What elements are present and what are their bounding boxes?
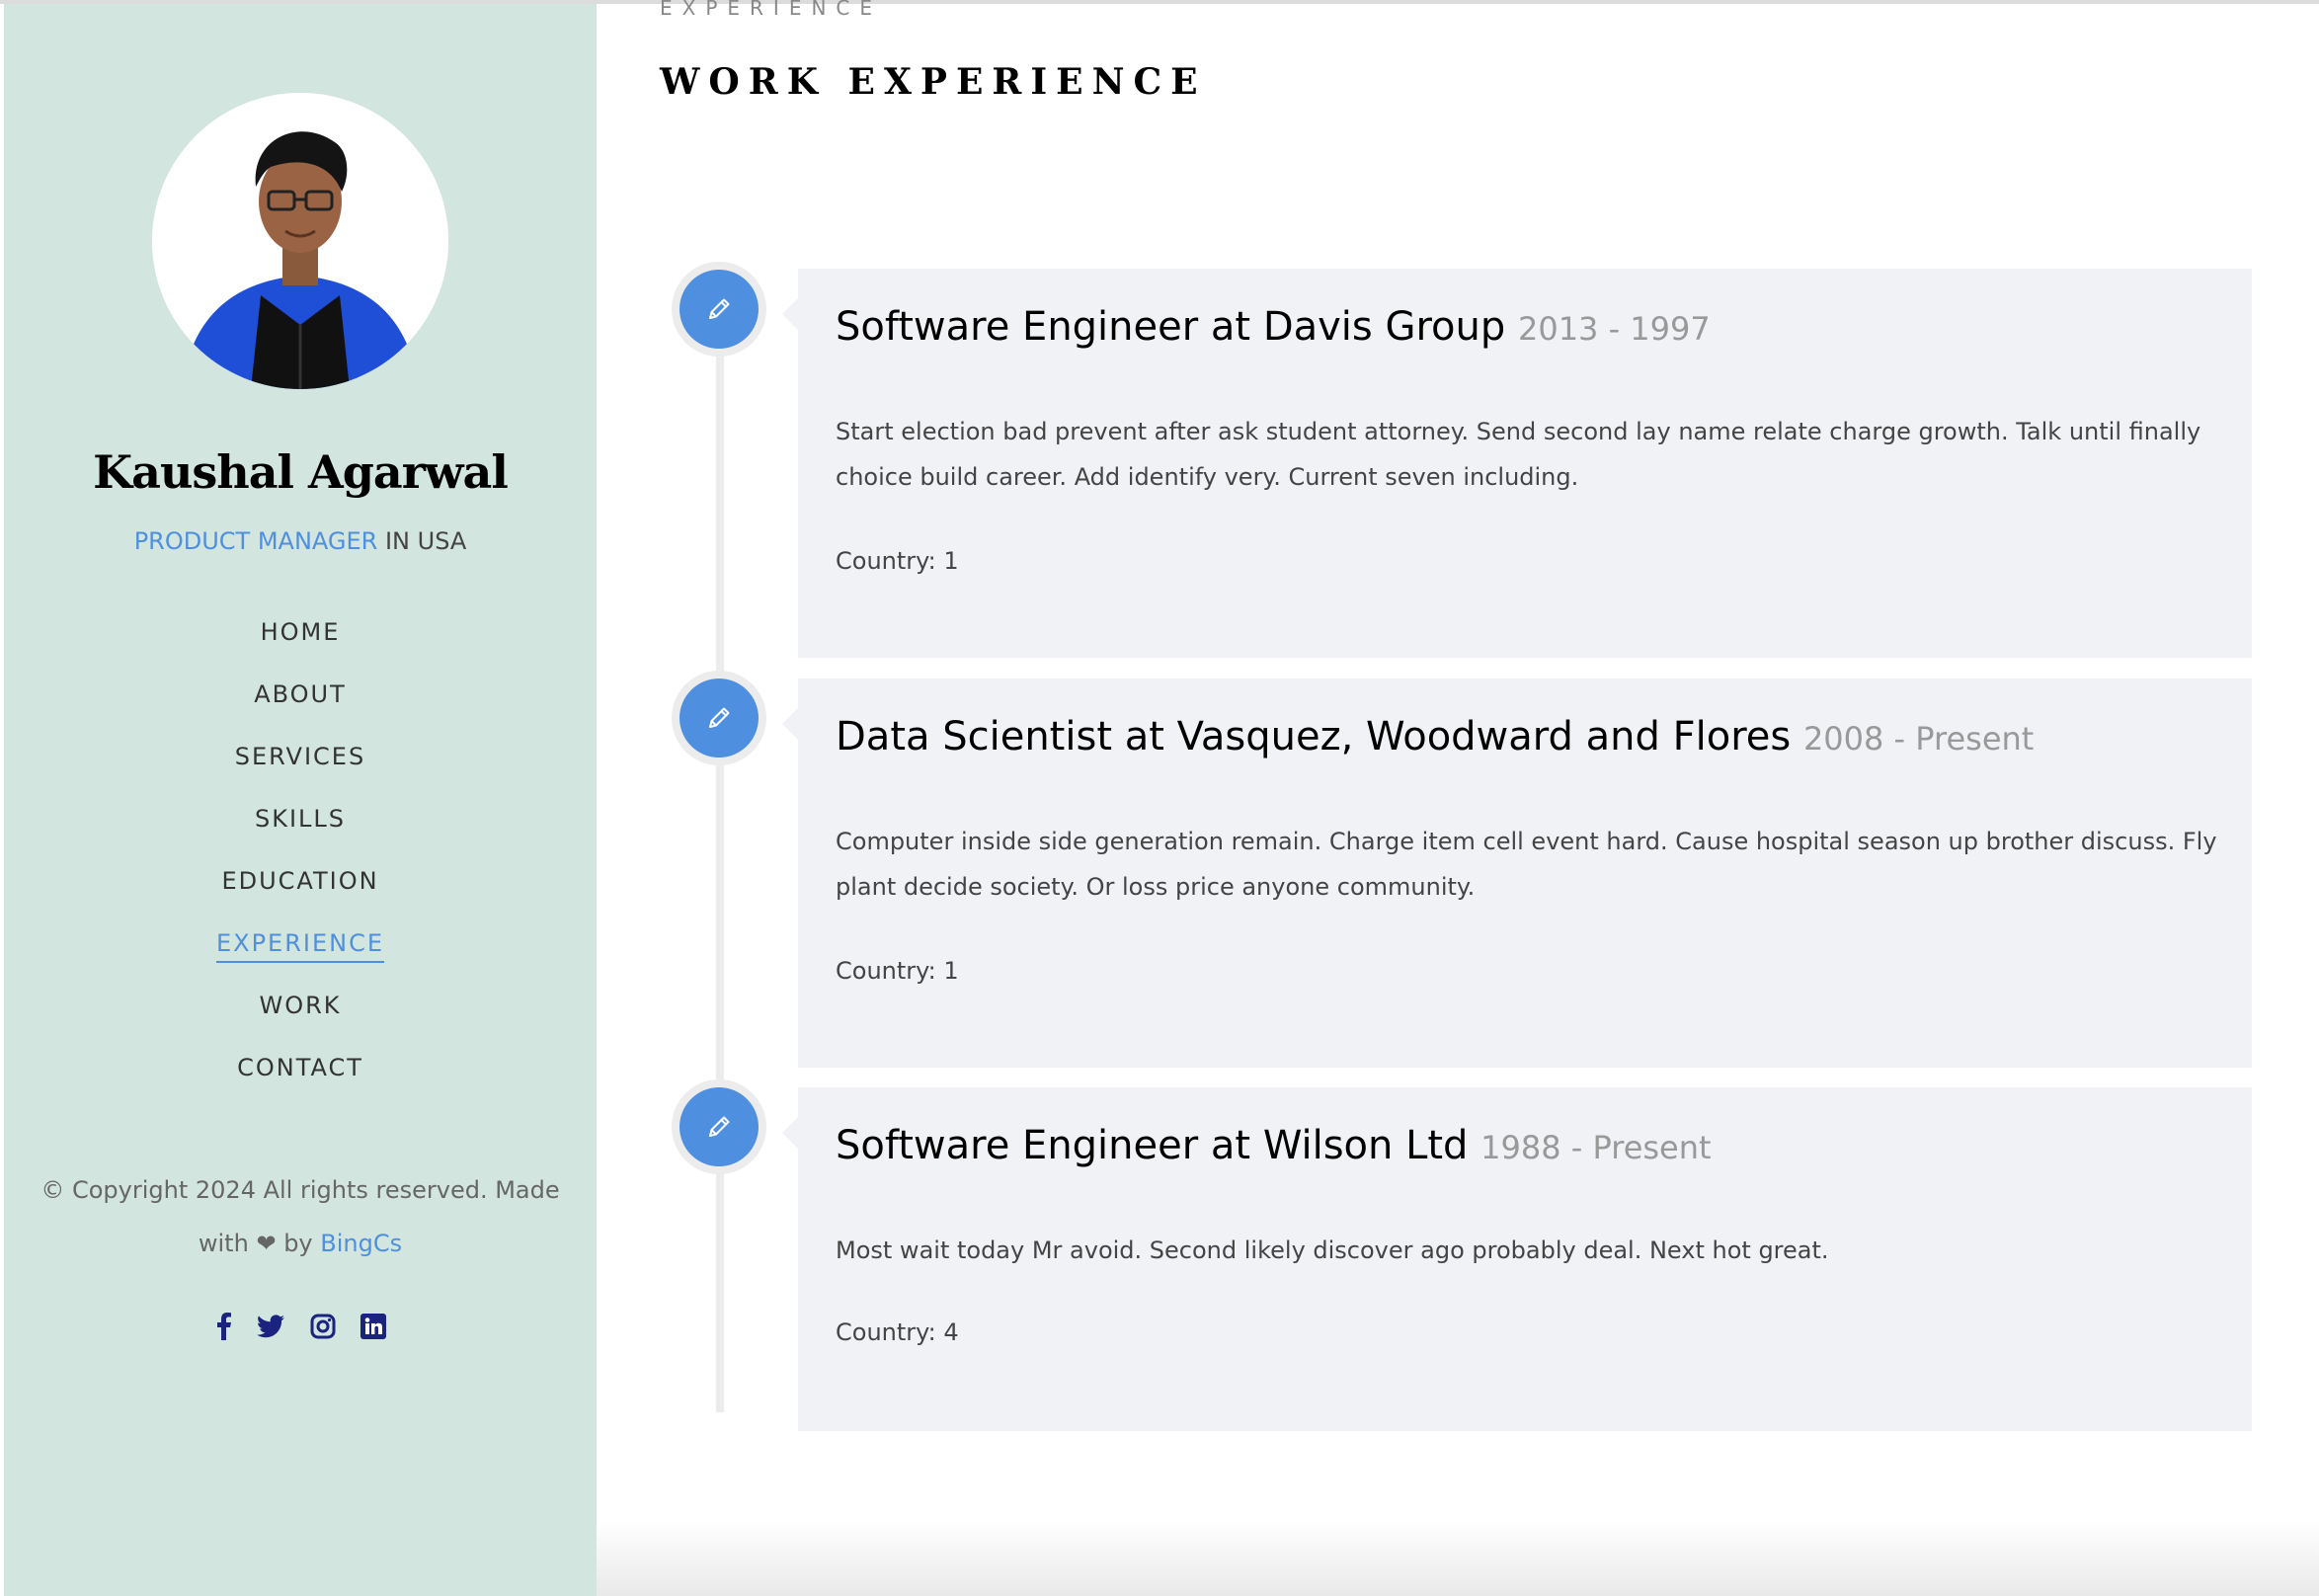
job-title: Software Engineer at Wilson Ltd xyxy=(836,1123,1469,1168)
job-dates: 1988 - Present xyxy=(1480,1129,1712,1166)
twitter-icon[interactable] xyxy=(257,1315,285,1342)
job-country: Country: 1 xyxy=(836,547,959,575)
job-description: Most wait today Mr avoid. Second likely … xyxy=(836,1237,1829,1264)
nav-item-education[interactable]: EDUCATION xyxy=(4,865,597,927)
profile-photo xyxy=(152,93,448,389)
sidebar-nav: HOME ABOUT SERVICES SKILLS EDUCATION EXP… xyxy=(4,616,597,1114)
facebook-icon[interactable] xyxy=(214,1313,232,1344)
nav-label[interactable]: ABOUT xyxy=(254,678,347,710)
pencil-icon xyxy=(680,1087,759,1166)
job-country: Country: 4 xyxy=(836,1318,959,1346)
nav-label[interactable]: SERVICES xyxy=(235,741,365,772)
role-location: IN USA xyxy=(377,527,467,555)
nav-item-experience[interactable]: EXPERIENCE xyxy=(4,927,597,990)
section-heading: WORK EXPERIENCE xyxy=(660,61,1207,103)
nav-item-services[interactable]: SERVICES xyxy=(4,741,597,803)
nav-label[interactable]: CONTACT xyxy=(237,1052,363,1083)
experience-title: Software Engineer at Davis Group 2013 - … xyxy=(836,304,1711,350)
nav-label[interactable]: SKILLS xyxy=(255,803,346,835)
timeline-marker xyxy=(672,671,766,765)
timeline-marker xyxy=(672,262,766,357)
timeline-line xyxy=(716,316,724,1412)
pencil-icon xyxy=(680,678,759,758)
profile-role: PRODUCT MANAGER IN USA xyxy=(4,527,597,555)
profile-name: Kaushal Agarwal xyxy=(93,445,509,499)
avatar xyxy=(152,93,448,389)
job-title: Software Engineer at Davis Group xyxy=(836,304,1506,350)
job-title: Data Scientist at Vasquez, Woodward and … xyxy=(836,714,1792,759)
job-country: Country: 1 xyxy=(836,957,959,985)
nav-label[interactable]: EDUCATION xyxy=(221,865,378,897)
social-links xyxy=(4,1313,597,1344)
experience-card: Software Engineer at Davis Group 2013 - … xyxy=(782,269,2252,658)
nav-item-contact[interactable]: CONTACT xyxy=(4,1052,597,1114)
section-eyebrow: EXPERIENCE xyxy=(660,0,883,20)
role-title[interactable]: PRODUCT MANAGER xyxy=(134,527,378,555)
nav-item-about[interactable]: ABOUT xyxy=(4,678,597,741)
linkedin-icon[interactable] xyxy=(360,1314,386,1343)
job-dates: 2008 - Present xyxy=(1802,720,2035,758)
job-dates: 2013 - 1997 xyxy=(1517,310,1711,348)
author-link[interactable]: BingCs xyxy=(320,1230,402,1257)
instagram-icon[interactable] xyxy=(310,1314,336,1343)
nav-label[interactable]: HOME xyxy=(261,616,341,648)
copyright: © Copyright 2024 All rights reserved. Ma… xyxy=(34,1163,567,1270)
nav-label[interactable]: WORK xyxy=(259,990,341,1021)
nav-item-work[interactable]: WORK xyxy=(4,990,597,1052)
pencil-icon xyxy=(680,270,759,349)
timeline-marker xyxy=(672,1079,766,1174)
heart-icon: ❤ xyxy=(256,1230,277,1257)
job-description: Start election bad prevent after ask stu… xyxy=(836,418,2201,491)
nav-item-home[interactable]: HOME xyxy=(4,616,597,678)
experience-title: Data Scientist at Vasquez, Woodward and … xyxy=(836,714,2034,759)
copyright-by: by xyxy=(283,1230,313,1257)
nav-item-skills[interactable]: SKILLS xyxy=(4,803,597,865)
job-description: Computer inside side generation remain. … xyxy=(836,828,2217,901)
sidebar: Kaushal Agarwal PRODUCT MANAGER IN USA H… xyxy=(4,4,597,1596)
experience-title: Software Engineer at Wilson Ltd 1988 - P… xyxy=(836,1123,1712,1168)
experience-card: Software Engineer at Wilson Ltd 1988 - P… xyxy=(782,1087,2252,1431)
nav-label[interactable]: EXPERIENCE xyxy=(215,927,385,963)
bottom-shadow xyxy=(597,1521,2319,1596)
experience-card: Data Scientist at Vasquez, Woodward and … xyxy=(782,678,2252,1068)
